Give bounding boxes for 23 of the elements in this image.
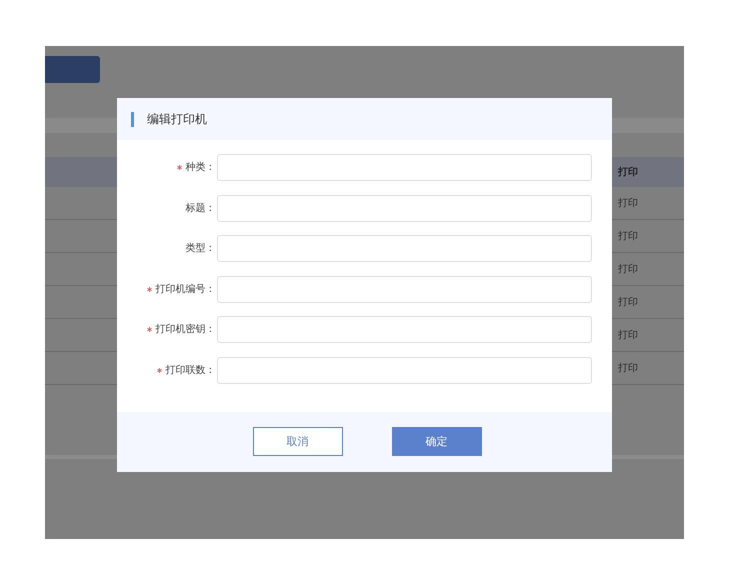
field-label: 打印机密钥 : <box>155 322 212 338</box>
input-field[interactable] <box>217 276 592 303</box>
table-cell-text: 打印 <box>618 296 638 310</box>
input-field[interactable] <box>217 316 592 344</box>
field-label: 打印联数 : <box>165 364 212 378</box>
input-field[interactable] <box>217 356 592 384</box>
dialog-title: 编辑打印机 <box>147 111 207 128</box>
accent-bar <box>131 112 134 126</box>
input-field[interactable] <box>217 154 592 181</box>
confirm-button[interactable]: 确定 <box>392 427 482 456</box>
input-field[interactable] <box>217 194 592 222</box>
field-label: 打印机编号 : <box>155 282 212 297</box>
table-cell-text: 打印 <box>618 362 638 376</box>
input-field[interactable] <box>217 235 592 262</box>
table-cell-text: 打印 <box>618 230 638 244</box>
field-label: 种类 : <box>185 160 212 175</box>
table-cell-text: 打印 <box>618 196 638 210</box>
column-header: 打印 <box>618 166 638 180</box>
table-cell-text: 打印 <box>618 262 638 276</box>
field-label: 类型 : <box>185 242 212 256</box>
table-cell-text: 打印 <box>618 328 638 342</box>
cancel-button[interactable]: 取消 <box>252 427 342 456</box>
field-label: 标题 : <box>185 202 212 216</box>
